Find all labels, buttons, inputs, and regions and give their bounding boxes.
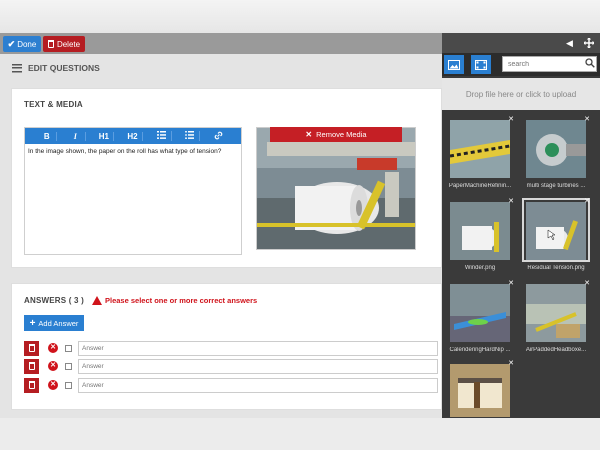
remove-file-icon[interactable]: ✕	[584, 115, 590, 123]
expand-icon[interactable]	[584, 38, 594, 48]
add-answer-button[interactable]: + Add Answer	[24, 315, 84, 331]
add-answer-label: Add Answer	[38, 318, 79, 328]
unordered-list-icon	[185, 130, 195, 140]
close-icon: ✕	[305, 130, 313, 139]
tab-images[interactable]	[444, 55, 464, 74]
thumbnail-image	[450, 202, 510, 260]
trash-icon	[28, 344, 35, 352]
answer-input[interactable]	[78, 377, 438, 393]
delete-label: Delete	[56, 39, 81, 49]
editor-toolbar: B I H1 H2	[25, 128, 241, 144]
paper-roll-image	[257, 128, 415, 249]
file-name: multi stage turbines ...	[526, 183, 586, 189]
media-thumbnail[interactable]: ✕	[448, 197, 514, 260]
file-name: AirPaddedHeadboxe...	[525, 347, 587, 353]
delete-button[interactable]: Delete	[43, 36, 85, 52]
remove-file-icon[interactable]: ✕	[508, 279, 514, 287]
question-text[interactable]: In the image shown, the paper on the rol…	[25, 144, 241, 159]
answers-label: ANSWERS ( 3 )	[24, 296, 84, 305]
done-button[interactable]: ✔ Done	[3, 36, 41, 52]
file-name: Residual Tension.png	[527, 265, 585, 271]
trash-icon	[28, 381, 35, 389]
media-thumbnail[interactable]: ✕	[524, 279, 590, 342]
delete-answer-button[interactable]	[24, 358, 39, 374]
window-bottom-frame	[0, 418, 600, 450]
warning-text: Please select one or more correct answer…	[105, 296, 258, 305]
warning-icon	[92, 296, 102, 305]
remove-file-icon[interactable]: ✕	[584, 279, 590, 287]
image-icon	[448, 59, 460, 70]
thumbnail-image	[526, 120, 586, 178]
h2-button[interactable]: H2	[123, 131, 143, 141]
remove-media-label: Remove Media	[316, 130, 367, 139]
media-thumbnail[interactable]: ✕	[448, 279, 514, 342]
answer-input[interactable]	[78, 340, 438, 356]
question-editor[interactable]: B I H1 H2 In the image shown, the paper …	[24, 127, 242, 255]
remove-file-icon[interactable]: ✕	[508, 359, 514, 367]
list-icon	[12, 63, 22, 73]
page-title: EDIT QUESTIONS	[12, 63, 100, 73]
media-thumbnail[interactable]: ✕	[448, 359, 514, 417]
question-media-image	[256, 127, 416, 250]
thumbnail-image	[526, 284, 586, 342]
answer-row: ✕	[24, 358, 438, 374]
upload-dropzone[interactable]: Drop file here or click to upload	[442, 78, 600, 110]
thumbnail-image	[450, 284, 510, 342]
ordered-list-icon	[156, 131, 166, 139]
file-name: Winder.png	[464, 265, 496, 271]
bold-button[interactable]: B	[37, 131, 58, 141]
mark-incorrect-icon[interactable]: ✕	[48, 361, 58, 371]
unordered-list-button[interactable]	[180, 130, 201, 141]
answer-input[interactable]	[78, 358, 438, 374]
tab-video[interactable]	[471, 55, 491, 74]
page-title-text: EDIT QUESTIONS	[28, 63, 100, 73]
search-icon[interactable]	[585, 58, 595, 68]
correct-checkbox[interactable]	[65, 362, 72, 370]
media-thumbnail[interactable]: ✕	[448, 115, 514, 178]
ordered-list-button[interactable]	[152, 131, 172, 141]
remove-file-icon[interactable]: ✕	[508, 197, 514, 205]
panel-header	[442, 33, 600, 53]
collapse-panel-icon[interactable]: ◀	[566, 38, 573, 49]
h1-button[interactable]: H1	[94, 131, 115, 141]
thumbnail-image	[526, 202, 586, 260]
media-thumbnail[interactable]: ✕	[524, 115, 590, 178]
answer-row: ✕	[24, 340, 438, 356]
window-top-frame	[0, 0, 600, 33]
link-button[interactable]	[209, 131, 229, 142]
answer-row: ✕	[24, 377, 438, 393]
remove-file-icon[interactable]: ✕	[508, 115, 514, 123]
link-icon	[214, 131, 223, 139]
media-thumbnail-selected[interactable]: ✕	[522, 197, 590, 262]
mark-incorrect-icon[interactable]: ✕	[48, 380, 58, 390]
delete-answer-button[interactable]	[24, 340, 39, 356]
plus-icon: +	[29, 317, 36, 329]
film-icon	[475, 59, 487, 70]
remove-media-button[interactable]: ✕ Remove Media	[270, 127, 402, 142]
trash-icon	[47, 40, 54, 48]
mark-incorrect-icon[interactable]: ✕	[48, 343, 58, 353]
file-name: PaperMachineRefinin...	[448, 183, 512, 189]
correct-checkbox[interactable]	[65, 344, 72, 352]
text-media-label: TEXT & MEDIA	[24, 100, 83, 109]
thumbnail-image	[450, 120, 510, 178]
correct-checkbox[interactable]	[65, 381, 72, 389]
delete-answer-button[interactable]	[24, 377, 39, 393]
trash-icon	[28, 362, 35, 370]
search-input[interactable]	[502, 56, 597, 72]
file-name: CalenderingHardNip ...	[449, 347, 511, 353]
thumbnail-image	[450, 364, 510, 417]
remove-file-icon[interactable]: ✕	[584, 197, 590, 205]
answers-warning: Please select one or more correct answer…	[92, 296, 257, 305]
check-icon: ✔	[7, 38, 16, 49]
done-label: Done	[17, 39, 37, 49]
italic-button[interactable]: I	[66, 131, 86, 141]
